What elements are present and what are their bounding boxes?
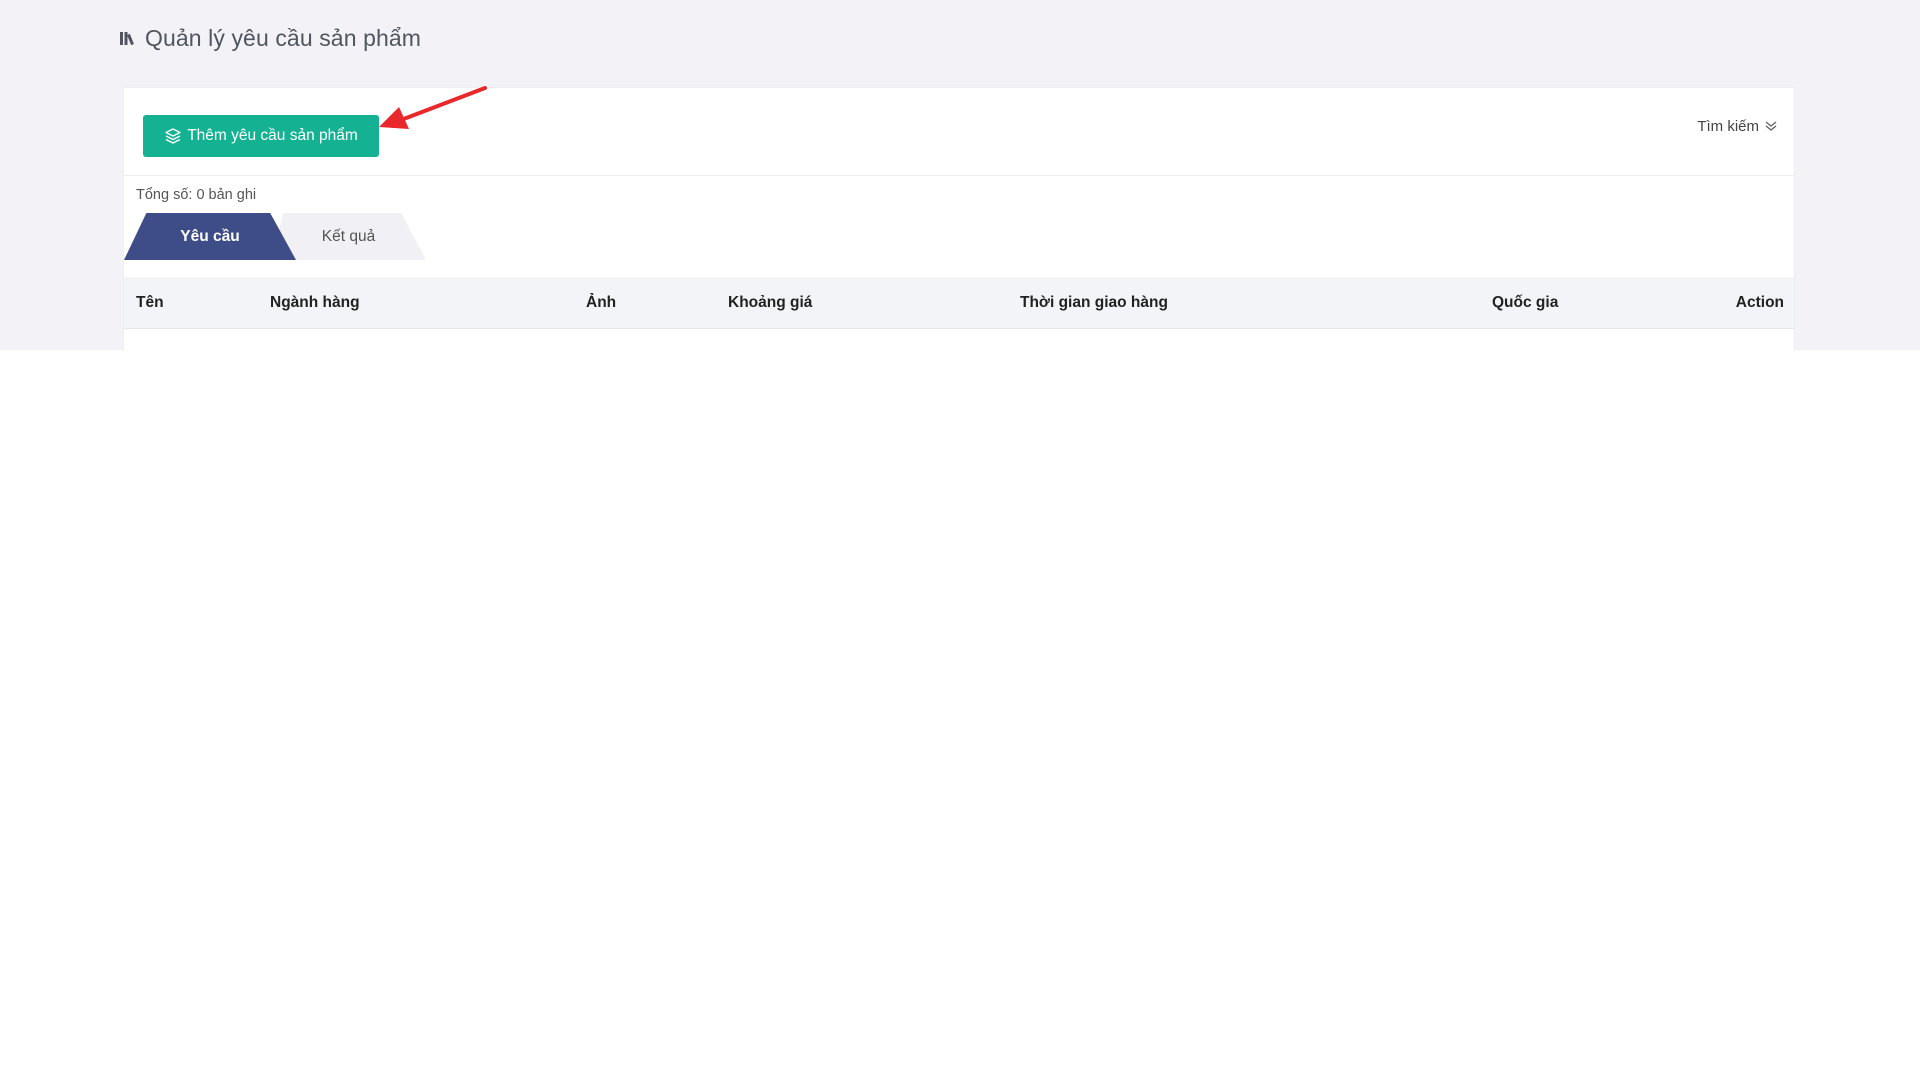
column-header-delivery-time: Thời gian giao hàng bbox=[1020, 294, 1168, 311]
tab-request-label: Yêu cầu bbox=[180, 227, 240, 245]
double-chevron-down-icon bbox=[1764, 120, 1778, 132]
tab-result[interactable]: Kết quả bbox=[271, 213, 426, 260]
page-title: Quản lý yêu cầu sản phẩm bbox=[145, 24, 422, 51]
add-button-label: Thêm yêu cầu sản phẩm bbox=[187, 127, 358, 144]
annotation-arrow-icon bbox=[375, 85, 487, 136]
search-toggle[interactable]: Tìm kiếm bbox=[1697, 115, 1778, 137]
column-header-price-range: Khoảng giá bbox=[728, 294, 813, 311]
table-header: Tên Ngành hàng Ảnh Khoảng giá Thời gian … bbox=[124, 277, 1794, 329]
search-toggle-label: Tìm kiếm bbox=[1697, 117, 1759, 135]
books-icon bbox=[119, 29, 139, 47]
column-header-category: Ngành hàng bbox=[270, 294, 360, 311]
add-product-request-button[interactable]: Thêm yêu cầu sản phẩm bbox=[143, 115, 379, 157]
column-header-name: Tên bbox=[136, 294, 164, 311]
column-header-image: Ảnh bbox=[586, 294, 617, 311]
page-header: Quản lý yêu cầu sản phẩm bbox=[119, 22, 421, 54]
tab-result-label: Kết quả bbox=[321, 227, 376, 245]
column-header-country: Quốc gia bbox=[1492, 294, 1559, 311]
request-card: Thêm yêu cầu sản phẩm Tìm kiếm Tổng số: … bbox=[123, 87, 1795, 350]
tab-bar: Yêu cầu Kết quả bbox=[124, 213, 444, 260]
tab-request[interactable]: Yêu cầu bbox=[124, 213, 296, 260]
column-header-action: Action bbox=[1735, 294, 1784, 311]
total-records: Tổng số: 0 bản ghi bbox=[136, 187, 257, 203]
layers-icon bbox=[164, 127, 182, 145]
